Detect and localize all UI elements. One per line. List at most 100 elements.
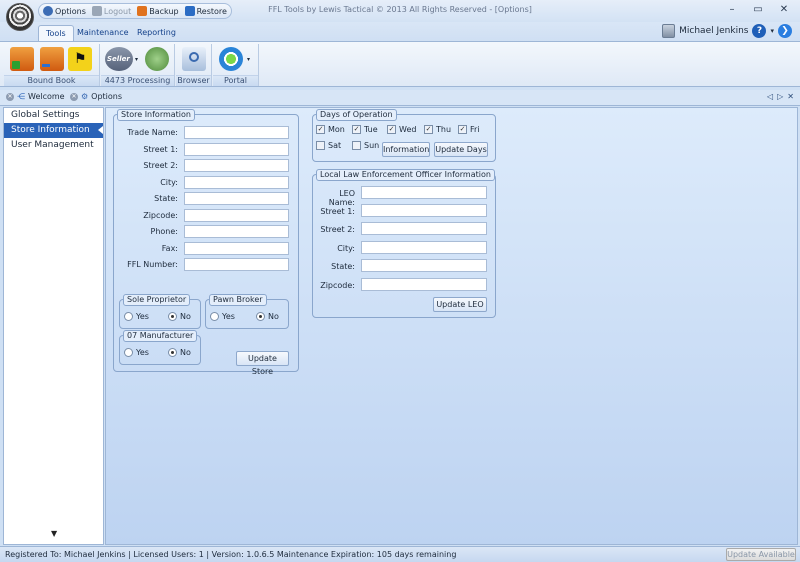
update-leo-button[interactable]: Update LEO <box>433 297 487 312</box>
arrow-right-icon[interactable]: ▷ <box>777 92 783 101</box>
leo-zipcode-field[interactable] <box>361 278 487 291</box>
manufacturer-group: 07 Manufacturer Yes No <box>119 330 201 365</box>
globe-check-icon[interactable] <box>145 47 169 71</box>
trade-name-field[interactable] <box>184 126 289 139</box>
tab-reporting[interactable]: Reporting <box>130 25 183 42</box>
title-bar: Options Logout Backup Restore FFL Tools … <box>0 0 800 31</box>
tab-welcome[interactable]: ✕ ⋲ Welcome <box>6 92 65 101</box>
group-label: Portal <box>213 75 258 86</box>
tab-navigation: ◁ ▷ ✕ <box>767 92 794 101</box>
minimize-icon[interactable]: – <box>724 3 740 17</box>
app-menu-button[interactable] <box>6 3 34 31</box>
field-label: Street 1: <box>320 207 355 216</box>
arrow-left-icon[interactable]: ◁ <box>767 92 773 101</box>
day-checkbox-tue[interactable]: ✓ Tue <box>352 125 378 134</box>
update-days-button[interactable]: Update Days <box>434 142 488 157</box>
chevron-down-icon[interactable]: ▾ <box>247 56 250 63</box>
group-label: 4473 Processing <box>101 75 174 86</box>
day-checkbox-mon[interactable]: ✓ Mon <box>316 125 345 134</box>
chevron-down-icon[interactable]: ▾ <box>135 56 138 63</box>
pawn-broker-group: Pawn Broker Yes No <box>205 294 289 329</box>
field-label: Fax: <box>161 244 178 253</box>
browser-icon[interactable] <box>182 47 206 71</box>
day-checkbox-thu[interactable]: ✓ Thu <box>424 125 451 134</box>
field-label: State: <box>154 194 178 203</box>
days-of-operation-group: Days of Operation ✓ Mon ✓ Tue ✓ Wed ✓ Thu ✓ F… <box>312 109 496 162</box>
close-icon[interactable]: ✕ <box>70 92 78 101</box>
tab-options[interactable]: ✕ ⚙ Options <box>70 92 122 101</box>
nav-item-global-settings[interactable]: Global Settings <box>4 108 103 123</box>
chevron-down-icon[interactable]: ▾ <box>770 27 774 35</box>
tab-maintenance[interactable]: Maintenance <box>70 25 136 42</box>
sole-proprietor-no-radio[interactable]: No <box>168 312 191 321</box>
tab-tools[interactable]: Tools <box>38 25 74 42</box>
sole-proprietor-yes-radio[interactable]: Yes <box>124 312 149 321</box>
leo-street2-field[interactable] <box>361 222 487 235</box>
update-available-button[interactable]: Update Available <box>726 548 796 561</box>
leo-state-field[interactable] <box>361 259 487 272</box>
document-tab-strip: ✕ ⋲ Welcome ✕ ⚙ Options ◁ ▷ ✕ <box>0 90 800 106</box>
user-name[interactable]: Michael Jenkins <box>679 26 748 36</box>
status-bar: Registered To: Michael Jenkins | License… <box>0 546 800 562</box>
manufacturer-no-radio[interactable]: No <box>168 348 191 357</box>
field-label: Phone: <box>150 227 178 236</box>
field-label: City: <box>160 178 178 187</box>
user-avatar-icon <box>662 24 676 38</box>
leo-name-field[interactable] <box>361 186 487 199</box>
ribbon-body: ⚑ Bound Book Seller ▾ 4473 Processing Br… <box>0 41 800 87</box>
pawn-broker-no-radio[interactable]: No <box>256 312 279 321</box>
city-field[interactable] <box>184 176 289 189</box>
book-remove-icon[interactable] <box>40 47 64 71</box>
zipcode-field[interactable] <box>184 209 289 222</box>
chevron-down-icon[interactable]: ▼ <box>51 529 57 538</box>
day-checkbox-sat[interactable]: Sat <box>316 141 341 150</box>
field-label: Street 2: <box>143 161 178 170</box>
information-button[interactable]: Information <box>382 142 430 157</box>
gear-icon: ⚙ <box>81 92 89 101</box>
day-checkbox-wed[interactable]: ✓ Wed <box>387 125 416 134</box>
group-title: 07 Manufacturer <box>123 330 198 342</box>
help-icon[interactable]: ? <box>752 24 767 38</box>
leo-city-field[interactable] <box>361 241 487 254</box>
book-add-icon[interactable] <box>10 47 34 71</box>
pawn-broker-yes-radio[interactable]: Yes <box>210 312 235 321</box>
leo-street1-field[interactable] <box>361 204 487 217</box>
maximize-icon[interactable]: ▭ <box>750 3 766 17</box>
group-title: Pawn Broker <box>209 294 267 306</box>
user-area: Michael Jenkins ? ▾ ❯ <box>662 24 792 38</box>
street1-field[interactable] <box>184 143 289 156</box>
day-checkbox-sun[interactable]: Sun <box>352 141 379 150</box>
fax-field[interactable] <box>184 242 289 255</box>
seller-icon[interactable]: Seller <box>105 47 133 71</box>
close-icon[interactable]: ✕ <box>776 3 792 17</box>
field-label: Street 1: <box>143 145 178 154</box>
nav-item-store-information[interactable]: Store Information <box>4 123 103 138</box>
group-title: Local Law Enforcement Officer Informatio… <box>316 169 495 181</box>
group-title: Days of Operation <box>316 109 397 121</box>
close-icon[interactable]: ✕ <box>787 92 794 101</box>
content-panel: Store Information Trade Name: Street 1: … <box>105 107 798 545</box>
nav-item-user-management[interactable]: User Management <box>4 138 103 153</box>
forward-arrow-icon[interactable]: ❯ <box>778 24 792 38</box>
portal-icon[interactable] <box>219 47 243 71</box>
street2-field[interactable] <box>184 159 289 172</box>
day-checkbox-fri[interactable]: ✓ Fri <box>458 125 480 134</box>
run-icon[interactable]: ⚑ <box>68 47 92 71</box>
leo-information-group: Local Law Enforcement Officer Informatio… <box>312 169 496 318</box>
ribbon-tab-bar: Tools Maintenance Reporting Michael Jenk… <box>0 22 800 42</box>
field-label: State: <box>331 262 355 271</box>
store-information-group: Store Information Trade Name: Street 1: … <box>113 109 299 376</box>
group-bound-book: ⚑ Bound Book <box>4 44 100 86</box>
state-field[interactable] <box>184 192 289 205</box>
field-label: Street 2: <box>320 225 355 234</box>
window-title: FFL Tools by Lewis Tactical © 2013 All R… <box>268 5 532 14</box>
ffl-number-field[interactable] <box>184 258 289 271</box>
group-browser: Browser <box>176 44 212 86</box>
group-4473-processing: Seller ▾ 4473 Processing <box>101 44 175 86</box>
close-icon[interactable]: ✕ <box>6 92 14 101</box>
manufacturer-yes-radio[interactable]: Yes <box>124 348 149 357</box>
phone-field[interactable] <box>184 225 289 238</box>
update-store-button[interactable]: Update Store <box>236 351 289 376</box>
field-label: Zipcode: <box>143 211 178 220</box>
field-label: LEO Name: <box>328 189 355 207</box>
